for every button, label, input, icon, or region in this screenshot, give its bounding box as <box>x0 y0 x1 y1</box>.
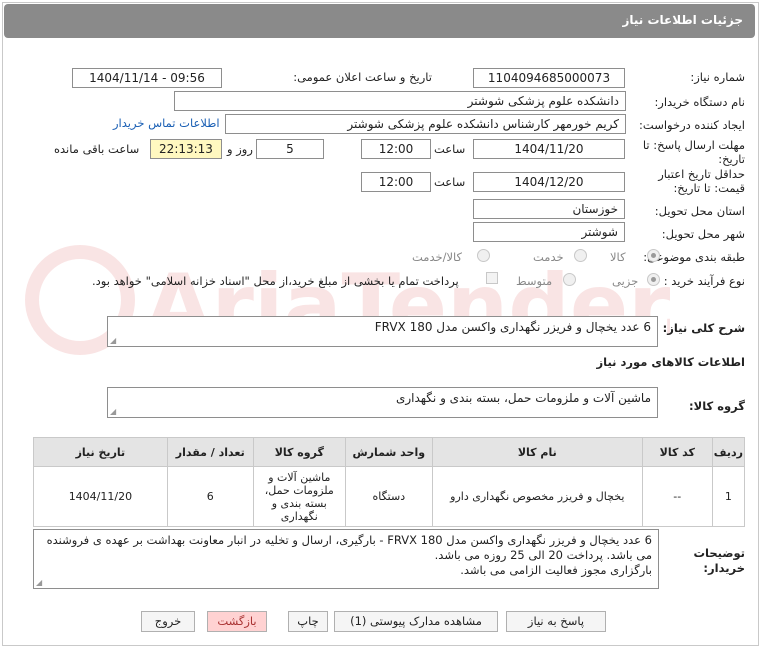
category-radio-goods-service[interactable] <box>477 249 490 262</box>
min-validity-label-line1: حداقل تاریخ اعتبار <box>658 167 745 181</box>
buyer-notes-text-2: بارگزاری مجوز فعالیت الزامی می باشد. <box>460 563 652 577</box>
process-note: پرداخت تمام یا بخشی از مبلغ خرید،از محل … <box>92 274 459 288</box>
validity-date-field: 1404/12/20 <box>473 172 625 192</box>
announce-datetime-label: تاریخ و ساعت اعلان عمومی: <box>293 70 432 84</box>
general-desc-label: شرح کلی نیاز: <box>662 321 745 335</box>
cell-row-number: 1 <box>711 466 746 527</box>
col-header-row-number: ردیف <box>711 437 746 467</box>
resize-grip-icon[interactable]: ◢ <box>36 579 42 587</box>
cell-need-date: 1404/11/20 <box>33 466 168 527</box>
col-header-code: کد کالا <box>641 437 713 467</box>
cell-group: ماشین آلات و ملزومات حمل، بسته بندی و نگ… <box>252 466 346 527</box>
category-goods-service-label: کالا/خدمت <box>412 250 463 264</box>
col-header-need-date: تاریخ نیاز <box>33 437 168 467</box>
buyer-notes-text: 6 عدد یخچال و فریزر نگهداری واکسن مدل FR… <box>46 533 652 562</box>
reply-time-field: 12:00 <box>361 139 431 159</box>
category-radio-goods[interactable] <box>647 249 660 262</box>
goods-info-heading: اطلاعات کالاهای مورد نیاز <box>596 355 745 369</box>
general-desc-box: 6 عدد یخچال و فریزر نگهداری واکسن مدل FR… <box>107 316 658 347</box>
table-row: 1 -- یخچال و فریزر مخصوص نگهداری دارو دس… <box>33 466 746 527</box>
days-and-label: روز و <box>227 142 253 156</box>
requester-label: ایجاد کننده درخواست: <box>639 118 745 132</box>
remaining-time-field: 22:13:13 <box>150 139 222 159</box>
col-header-group: گروه کالا <box>252 437 346 467</box>
province-label: استان محل تحویل: <box>654 204 745 218</box>
cell-quantity: 6 <box>166 466 254 527</box>
col-header-name: نام کالا <box>431 437 643 467</box>
process-type-label: نوع فرآیند خرید : <box>663 274 745 288</box>
reply-deadline-label-line1: مهلت ارسال پاسخ: تا <box>642 138 745 152</box>
col-header-quantity: تعداد / مقدار <box>166 437 254 467</box>
buyer-org-field: دانشکده علوم پزشکی شوشتر <box>174 91 626 111</box>
category-goods-label: کالا <box>610 250 626 264</box>
reply-time-label: ساعت <box>434 142 466 156</box>
buyer-org-label: نام دستگاه خریدار: <box>654 95 745 109</box>
buyer-notes-label-line1: توضیحات <box>693 546 746 560</box>
col-header-unit: واحد شمارش <box>344 437 433 467</box>
buyer-notes-box: 6 عدد یخچال و فریزر نگهداری واکسن مدل FR… <box>33 529 659 589</box>
window-title: جزئیات اطلاعات نیاز <box>4 4 755 38</box>
cell-unit: دستگاه <box>344 466 433 527</box>
buyer-notes-label-line2: خریدار: <box>703 561 745 575</box>
resize-grip-icon[interactable]: ◢ <box>110 337 116 345</box>
buyer-notes-label: توضیحات خریدار: <box>694 546 746 576</box>
announce-datetime-field: 1404/11/14 - 09:56 <box>72 68 222 88</box>
remaining-label: ساعت باقی مانده <box>54 142 140 156</box>
validity-time-field: 12:00 <box>361 172 431 192</box>
reply-deadline-label: مهلت ارسال پاسخ: تا تاریخ: <box>643 138 745 166</box>
goods-group-text: ماشین آلات و ملزومات حمل، بسته بندی و نگ… <box>395 391 651 405</box>
goods-group-label: گروه کالا: <box>689 399 745 413</box>
need-number-field: 1104094685000073 <box>473 68 625 88</box>
goods-group-box: ماشین آلات و ملزومات حمل، بسته بندی و نگ… <box>107 387 658 418</box>
treasury-checkbox[interactable] <box>486 272 498 284</box>
reply-date-field: 1404/11/20 <box>473 139 625 159</box>
category-radio-service[interactable] <box>574 249 587 262</box>
cell-name: یخچال و فریزر مخصوص نگهداری دارو <box>431 466 643 527</box>
min-validity-label-line2: قیمت: تا تاریخ: <box>673 181 745 195</box>
process-radio-medium[interactable] <box>563 273 576 286</box>
view-attachments-button[interactable]: مشاهده مدارک پیوستی (1) <box>334 611 498 632</box>
items-table: ردیف کد کالا نام کالا واحد شمارش گروه کا… <box>33 437 746 527</box>
min-validity-label: حداقل تاریخ اعتبار قیمت: تا تاریخ: <box>658 167 745 195</box>
validity-time-label: ساعت <box>434 175 466 189</box>
reply-button[interactable]: پاسخ به نیاز <box>506 611 606 632</box>
need-number-label: شماره نیاز: <box>690 70 745 84</box>
reply-deadline-label-line2: تاریخ: <box>718 152 745 166</box>
cell-code: -- <box>641 466 713 527</box>
process-minor-label: جزیی <box>612 274 639 288</box>
table-header-row: ردیف کد کالا نام کالا واحد شمارش گروه کا… <box>33 437 746 467</box>
city-label: شهر محل تحویل: <box>661 227 745 241</box>
province-field: خوزستان <box>473 199 625 219</box>
process-medium-label: متوسط <box>516 274 553 288</box>
general-desc-text: 6 عدد یخچال و فریزر نگهداری واکسن مدل FR… <box>374 320 651 334</box>
reply-days-field: 5 <box>256 139 324 159</box>
print-button[interactable]: چاپ <box>288 611 328 632</box>
back-button[interactable]: بازگشت <box>207 611 267 632</box>
process-radio-minor[interactable] <box>647 273 660 286</box>
contact-buyer-link[interactable]: اطلاعات تماس خریدار <box>113 116 220 130</box>
category-service-label: خدمت <box>533 250 564 264</box>
resize-grip-icon[interactable]: ◢ <box>110 408 116 416</box>
exit-button[interactable]: خروج <box>141 611 195 632</box>
requester-field: کریم خورمهر کارشناس دانشکده علوم پزشکی ش… <box>225 114 626 134</box>
city-field: شوشتر <box>473 222 625 242</box>
